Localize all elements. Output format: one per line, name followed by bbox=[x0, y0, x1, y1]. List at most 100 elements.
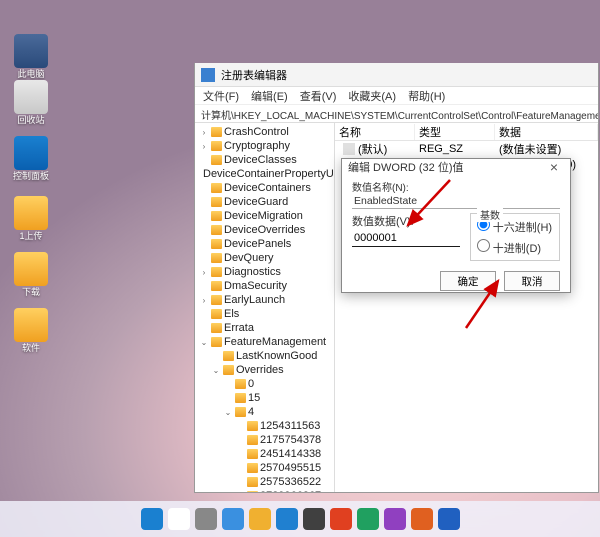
tree-node-DeviceClasses[interactable]: DeviceClasses bbox=[195, 153, 334, 167]
tree-node-Cryptography[interactable]: ›Cryptography bbox=[195, 139, 334, 153]
dialog-title-bar[interactable]: 编辑 DWORD (32 位)值 × bbox=[342, 159, 570, 175]
tree-node-2451414338[interactable]: 2451414338 bbox=[195, 447, 334, 461]
taskbar-app2-icon[interactable] bbox=[384, 508, 406, 530]
tree-label: DevicePanels bbox=[224, 238, 291, 250]
window-title: 注册表编辑器 bbox=[221, 67, 287, 83]
tree-node-Diagnostics[interactable]: ›Diagnostics bbox=[195, 265, 334, 279]
taskbar-widgets-icon[interactable] bbox=[222, 508, 244, 530]
folder-icon bbox=[247, 491, 258, 492]
taskbar[interactable] bbox=[0, 501, 600, 537]
tree-node-2175754378[interactable]: 2175754378 bbox=[195, 433, 334, 447]
tree-node-DeviceMigration[interactable]: DeviceMigration bbox=[195, 209, 334, 223]
taskbar-start-icon[interactable] bbox=[141, 508, 163, 530]
tree-node-Overrides[interactable]: ⌄ Overrides bbox=[195, 363, 334, 377]
pc-icon bbox=[14, 34, 48, 68]
desktop-icon-folder-upload[interactable]: 1上传 bbox=[10, 196, 52, 242]
desktop-icon-control-panel[interactable]: 控制面板 bbox=[10, 136, 52, 182]
tree-node-DevQuery[interactable]: DevQuery bbox=[195, 251, 334, 265]
tree-node-15[interactable]: 15 bbox=[195, 391, 334, 405]
radio-dec[interactable]: 十进制(D) bbox=[477, 239, 553, 256]
desktop-icon-label: 控制面板 bbox=[10, 172, 52, 182]
tree-label: 0 bbox=[248, 378, 254, 390]
tree-node-0[interactable]: 0 bbox=[195, 377, 334, 391]
tree-node-Els[interactable]: Els bbox=[195, 307, 334, 321]
tree-label: DeviceClasses bbox=[224, 154, 297, 166]
folder-icon bbox=[211, 155, 222, 165]
tree-toggle-icon[interactable]: › bbox=[199, 268, 209, 277]
value-data-label: 数值数据(V): bbox=[352, 216, 414, 228]
col-data[interactable]: 数据 bbox=[495, 124, 598, 140]
tree-node-DevicePanels[interactable]: DevicePanels bbox=[195, 237, 334, 251]
tree-node-LastKnownGood[interactable]: LastKnownGood bbox=[195, 349, 334, 363]
folder-icon bbox=[14, 308, 48, 342]
desktop-icon-recycle-bin[interactable]: 回收站 bbox=[10, 80, 52, 126]
taskbar-search-icon[interactable] bbox=[168, 508, 190, 530]
menu-help[interactable]: 帮助(H) bbox=[408, 88, 445, 104]
tree-toggle-icon[interactable]: › bbox=[199, 142, 209, 151]
folder-icon bbox=[211, 239, 222, 249]
menu-file[interactable]: 文件(F) bbox=[203, 88, 239, 104]
title-bar[interactable]: 注册表编辑器 bbox=[195, 63, 598, 87]
tree-node-2575336522[interactable]: 2575336522 bbox=[195, 475, 334, 489]
desktop-icon-folder-download[interactable]: 下载 bbox=[10, 252, 52, 298]
desktop-icon-folder-software[interactable]: 软件 bbox=[10, 308, 52, 354]
folder-icon bbox=[223, 351, 234, 361]
tree-node-FeatureManagement[interactable]: ⌄FeatureManagement bbox=[195, 335, 334, 349]
dialog-close-button[interactable]: × bbox=[544, 159, 564, 175]
tree-label: Overrides bbox=[236, 364, 284, 376]
tree-node-2570495515[interactable]: 2570495515 bbox=[195, 461, 334, 475]
cancel-button[interactable]: 取消 bbox=[504, 271, 560, 291]
edit-dword-dialog: 编辑 DWORD (32 位)值 × 数值名称(N): EnabledState… bbox=[341, 158, 571, 293]
col-name[interactable]: 名称 bbox=[335, 124, 415, 140]
menu-favorites[interactable]: 收藏夹(A) bbox=[348, 88, 396, 104]
ok-button[interactable]: 确定 bbox=[440, 271, 496, 291]
folder-icon bbox=[211, 141, 222, 151]
folder-icon bbox=[235, 407, 246, 417]
menu-bar: 文件(F) 编辑(E) 查看(V) 收藏夹(A) 帮助(H) bbox=[195, 87, 598, 105]
tree-toggle-icon[interactable]: ⌄ bbox=[211, 366, 221, 375]
tree-toggle-icon[interactable]: › bbox=[199, 128, 209, 137]
value-data-input[interactable] bbox=[352, 229, 460, 247]
tree-node-DeviceContainerPropertyUpda[interactable]: DeviceContainerPropertyUpda bbox=[195, 167, 334, 181]
folder-icon bbox=[14, 196, 48, 230]
folder-icon bbox=[211, 127, 222, 137]
tree-node-2789966367[interactable]: 2789966367 bbox=[195, 489, 334, 492]
folder-icon bbox=[223, 365, 234, 375]
address-bar[interactable]: 计算机\HKEY_LOCAL_MACHINE\SYSTEM\CurrentCon… bbox=[195, 105, 598, 123]
tree-node-CrashControl[interactable]: ›CrashControl bbox=[195, 125, 334, 139]
folder-icon bbox=[247, 421, 258, 431]
taskbar-music-icon[interactable] bbox=[411, 508, 433, 530]
tree-toggle-icon[interactable]: ⌄ bbox=[223, 408, 233, 417]
folder-icon bbox=[211, 197, 222, 207]
desktop-icon-this-pc[interactable]: 此电脑 bbox=[10, 34, 52, 80]
tree-node-Errata[interactable]: Errata bbox=[195, 321, 334, 335]
taskbar-store-icon[interactable] bbox=[303, 508, 325, 530]
col-type[interactable]: 类型 bbox=[415, 124, 495, 140]
desktop: 此电脑 回收站 控制面板 1上传 下载 软件 注册表编辑器 文件(F) 编辑(E… bbox=[0, 0, 600, 537]
taskbar-task-view-icon[interactable] bbox=[195, 508, 217, 530]
tree-label: DevQuery bbox=[224, 252, 274, 264]
taskbar-explorer-icon[interactable] bbox=[249, 508, 271, 530]
folder-icon bbox=[235, 379, 246, 389]
taskbar-edge-icon[interactable] bbox=[276, 508, 298, 530]
tree-node-4[interactable]: ⌄4 bbox=[195, 405, 334, 419]
menu-view[interactable]: 查看(V) bbox=[300, 88, 337, 104]
desktop-icon-label: 此电脑 bbox=[10, 70, 52, 80]
tree-node-1254311563[interactable]: 1254311563 bbox=[195, 419, 334, 433]
tree-node-DmaSecurity[interactable]: DmaSecurity bbox=[195, 279, 334, 293]
taskbar-browser-icon[interactable] bbox=[330, 508, 352, 530]
folder-icon bbox=[247, 449, 258, 459]
menu-edit[interactable]: 编辑(E) bbox=[251, 88, 288, 104]
taskbar-app1-icon[interactable] bbox=[357, 508, 379, 530]
tree-label: 4 bbox=[248, 406, 254, 418]
taskbar-app3-icon[interactable] bbox=[438, 508, 460, 530]
tree-node-DeviceGuard[interactable]: DeviceGuard bbox=[195, 195, 334, 209]
tree-node-DeviceContainers[interactable]: DeviceContainers bbox=[195, 181, 334, 195]
desktop-icon-label: 回收站 bbox=[10, 116, 52, 126]
tree-toggle-icon[interactable]: › bbox=[199, 296, 209, 305]
tree-pane[interactable]: ›CrashControl›CryptographyDeviceClassesD… bbox=[195, 123, 335, 492]
value-row[interactable]: (默认)REG_SZ(数值未设置) bbox=[335, 141, 598, 157]
tree-node-DeviceOverrides[interactable]: DeviceOverrides bbox=[195, 223, 334, 237]
tree-toggle-icon[interactable]: ⌄ bbox=[199, 338, 209, 347]
tree-node-EarlyLaunch[interactable]: ›EarlyLaunch bbox=[195, 293, 334, 307]
